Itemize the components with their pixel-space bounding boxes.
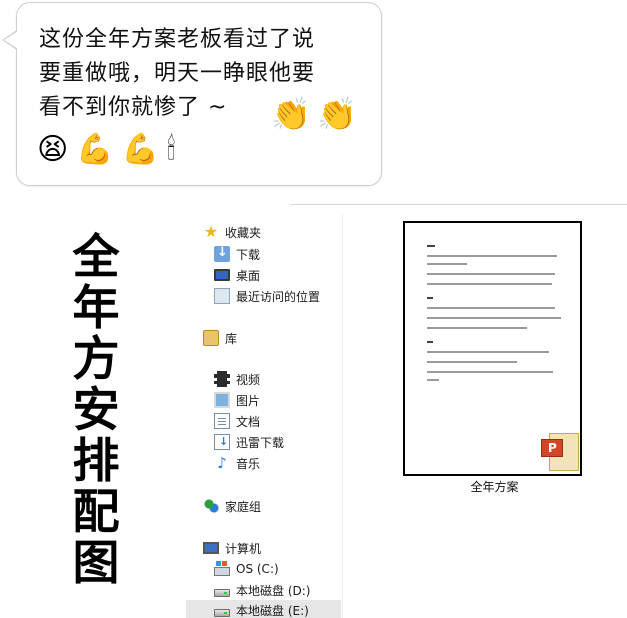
page-text-line [427,283,552,285]
page-text-line [427,297,433,299]
flexed-bicep-icon: 💪 [76,132,114,167]
chat-line-1: 这份全年方案老板看过了说 [39,27,316,52]
document-icon [214,413,230,429]
sidebar-item-videos[interactable]: 视频 [214,369,260,389]
ppt-logo [541,439,563,457]
sidebar-item-downloads[interactable]: 下载 [214,244,260,264]
page-text-line [427,263,467,265]
sidebar-item-documents[interactable]: 文档 [214,411,260,431]
star-icon: ★ [203,222,219,241]
navigation-pane: ★ 收藏夹 下载 桌面 最近访问的位置 库 视频 图片 文档 迅雷下载 ♪ 音乐… [186,214,342,618]
page-text-line [427,273,555,275]
clapping-hands-icon: 👏 [271,95,311,133]
bubble-tail-inner [4,31,18,49]
sidebar-item-computer[interactable]: 计算机 [203,538,261,558]
desktop-icon [214,269,230,281]
flexed-bicep-icon: 💪 [121,132,159,167]
sidebar-item-label: 音乐 [236,456,261,471]
system-drive-icon [214,561,230,576]
vertical-title: 全 年 方 安 排 配 图 [66,232,126,589]
sidebar-item-desktop[interactable]: 桌面 [214,265,260,285]
library-icon [203,330,219,346]
sidebar-item-label: 家庭组 [225,499,262,514]
download-folder-icon [214,245,230,262]
hard-drive-icon [214,609,230,617]
file-thumbnail[interactable] [403,221,582,476]
sidebar-item-homegroup[interactable]: 家庭组 [203,496,261,516]
sidebar-item-label: 最近访问的位置 [236,289,321,304]
title-char: 排 [72,434,120,489]
sidebar-item-label: 文档 [236,414,261,429]
sidebar-item-label: 本地磁盘 (E:) [236,603,309,618]
title-char: 图 [72,536,120,591]
sidebar-item-favorites[interactable]: ★ 收藏夹 [203,222,261,242]
picture-icon [214,392,230,408]
page-text-line [427,371,553,373]
sidebar-item-label: 迅雷下载 [236,435,285,450]
sidebar-item-library[interactable]: 库 [203,328,237,348]
title-char: 年 [72,281,120,336]
clapping-hands-icon: 👏 [317,95,357,133]
sidebar-item-label: 库 [225,331,238,346]
presentation-file-icon [539,431,581,473]
sidebar-item-label: 收藏夹 [225,225,262,240]
page-text-line [427,361,517,363]
page-text-line [427,379,439,381]
sidebar-item-drive-e[interactable]: 本地磁盘 (E:) [186,600,341,618]
sidebar-item-drive-c[interactable]: OS (C:) [214,559,279,579]
sidebar-item-label: 桌面 [236,268,261,283]
sidebar-item-label: 视频 [236,372,261,387]
sidebar-item-label: 图片 [236,393,261,408]
sidebar-item-label: OS (C:) [236,562,279,576]
sidebar-item-recent[interactable]: 最近访问的位置 [214,286,320,306]
stressed-face-icon: 😫 [37,132,69,167]
hard-drive-icon [214,589,230,597]
file-name[interactable]: 全年方案 [403,478,586,495]
computer-icon [203,542,219,554]
sidebar-item-label: 下载 [236,247,261,262]
sidebar-item-label: 本地磁盘 (D:) [236,583,311,598]
title-char: 方 [72,332,120,387]
title-char: 全 [72,230,120,285]
page-text-line [427,255,557,257]
recent-places-icon [214,288,230,304]
page-text-line [427,327,527,329]
chat-line-2: 要重做哦，明天一睁眼他要 [39,61,316,86]
video-icon [214,371,230,387]
chat-bubble: 这份全年方案老板看过了说 要重做哦，明天一睁眼他要 看不到你就惨了 ~ 👏 👏 … [16,2,382,186]
sidebar-item-pictures[interactable]: 图片 [214,390,260,410]
title-char: 安 [72,383,120,438]
homegroup-icon [203,498,219,514]
sidebar-item-thunder-downloads[interactable]: 迅雷下载 [214,432,284,452]
page-text-line [427,307,555,309]
sidebar-item-music[interactable]: ♪ 音乐 [214,453,260,473]
page-text-line [427,317,561,319]
divider [290,204,627,205]
page-text-line [427,245,435,247]
page-text-line [427,341,433,343]
thunder-download-icon [214,434,230,450]
music-note-icon: ♪ [217,454,227,472]
candle-icon: 🕯 [167,132,176,167]
pane-divider [342,214,343,618]
emoji-row: 😫 💪 💪 🕯 [37,133,176,167]
title-char: 配 [72,485,120,540]
sidebar-item-label: 计算机 [225,541,262,556]
sidebar-item-drive-d[interactable]: 本地磁盘 (D:) [214,580,310,600]
page-text-line [427,351,549,353]
